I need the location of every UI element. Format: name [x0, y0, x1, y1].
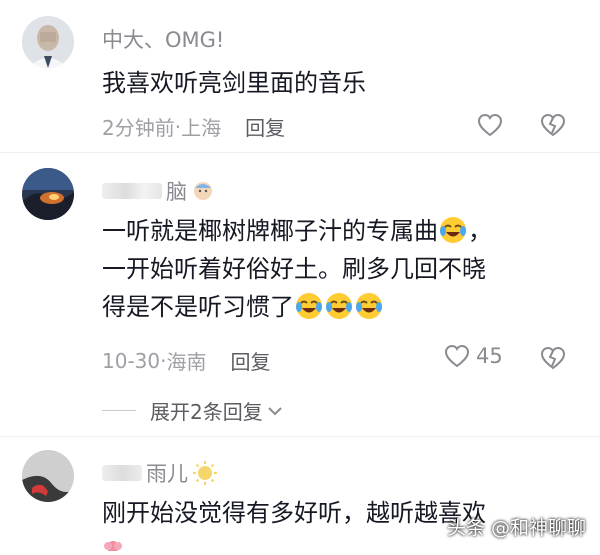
comment-divider — [0, 152, 600, 153]
sun-badge-icon — [193, 461, 217, 485]
like-button[interactable]: 45 — [444, 344, 503, 368]
watermark: 头条 @和神聊聊 — [446, 517, 586, 539]
heart-outline-icon — [444, 344, 470, 368]
badge-icon — [194, 182, 212, 200]
comment-location: 上海 — [181, 116, 222, 140]
username-text: 雨儿 — [146, 462, 188, 486]
laugh-cry-emoji-icon — [324, 291, 354, 321]
like-count: 45 — [476, 344, 503, 368]
comment-time: 2分钟前 — [102, 116, 175, 140]
comment-username[interactable]: 脑 — [102, 176, 215, 206]
comment-username[interactable]: 中大、OMG! — [102, 24, 224, 54]
dislike-button[interactable] — [540, 346, 566, 374]
broken-heart-icon — [540, 346, 566, 370]
comment-text: 一听就是椰树牌椰子汁的专属曲， 一开始听着好俗好土。刷多几回不晓 得是不是听习惯… — [102, 212, 492, 326]
username-text: 脑 — [166, 180, 187, 204]
avatar[interactable] — [22, 16, 74, 68]
username-blur — [102, 183, 162, 199]
dislike-button[interactable] — [540, 113, 566, 141]
laugh-cry-emoji-icon — [354, 291, 384, 321]
comment-meta: 2分钟前 · 上海 回复 — [102, 112, 285, 141]
comment-location: 海南 — [166, 350, 207, 374]
chevron-down-icon — [268, 406, 282, 415]
avatar[interactable] — [22, 168, 74, 220]
expand-line — [102, 410, 136, 411]
comment-text-line: 得是不是听习惯了 — [102, 288, 492, 326]
avatar[interactable] — [22, 450, 74, 502]
reply-button[interactable]: 回复 — [230, 346, 270, 375]
comment-text: 我喜欢听亮剑里面的音乐 — [102, 69, 366, 97]
laugh-cry-emoji-icon — [438, 215, 468, 245]
comment-username[interactable]: 雨儿 — [102, 458, 218, 488]
comment-meta: 10-30 · 海南 回复 — [102, 346, 270, 375]
expand-label: 展开2条回复 — [150, 400, 263, 424]
expand-replies-button[interactable]: 展开2条回复 — [102, 396, 283, 425]
comment-divider — [0, 436, 600, 437]
comment-text: 刚开始没觉得有多好听，越听越喜欢 — [102, 499, 486, 527]
username-blur — [102, 465, 142, 481]
like-button[interactable] — [477, 113, 503, 137]
broken-heart-icon — [540, 113, 566, 137]
laugh-cry-emoji-icon — [294, 291, 324, 321]
comment-text-line: 一听就是椰树牌椰子汁的专属曲， — [102, 215, 492, 245]
comment-text-line: 一开始听着好俗好土。刷多几回不晓 — [102, 255, 486, 283]
comment-time: 10-30 — [102, 348, 161, 373]
heart-outline-icon — [477, 113, 503, 137]
reply-button[interactable]: 回复 — [245, 112, 285, 141]
flower-emoji-icon — [102, 536, 124, 555]
